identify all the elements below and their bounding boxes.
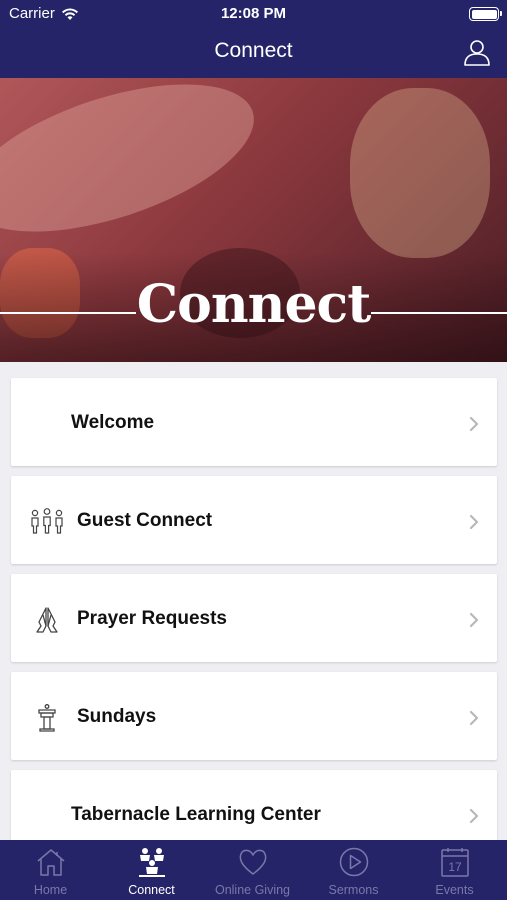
list-item-label: Prayer Requests — [77, 608, 227, 629]
pulpit-icon — [38, 704, 56, 732]
tab-label: Events — [435, 883, 474, 897]
list-item-prayer-requests[interactable]: Prayer Requests — [11, 574, 497, 662]
tab-label: Connect — [128, 883, 175, 897]
chevron-right-icon — [469, 612, 479, 628]
chevron-right-icon — [469, 710, 479, 726]
list-item-label: Guest Connect — [77, 510, 213, 531]
praying-hands-icon — [36, 607, 58, 633]
list-item-guest-connect[interactable]: Guest Connect — [11, 476, 497, 564]
hero-banner: Connect — [0, 78, 507, 362]
battery-icon — [469, 7, 502, 21]
navigation-bar: Connect — [0, 28, 507, 78]
hero-title: Connect — [136, 274, 371, 335]
play-circle-icon — [339, 847, 369, 877]
profile-icon[interactable] — [463, 38, 491, 66]
heart-icon — [239, 849, 267, 875]
chevron-right-icon — [469, 808, 479, 824]
tab-online-giving[interactable]: Online Giving — [202, 840, 303, 900]
tab-label: Home — [33, 883, 68, 897]
calendar-day: 17 — [448, 860, 462, 874]
list-item-label: Sundays — [77, 706, 157, 727]
calendar-icon: 17 — [441, 848, 469, 877]
list-item-welcome[interactable]: Welcome — [11, 378, 497, 466]
page-title: Connect — [214, 39, 293, 62]
tab-home[interactable]: Home — [0, 840, 101, 900]
tab-bar: Home Connect Online Giving Sermons 17 Ev… — [0, 840, 507, 900]
tab-label: Online Giving — [214, 883, 291, 897]
tab-label: Sermons — [328, 883, 379, 897]
tab-events[interactable]: 17 Events — [404, 840, 505, 900]
tab-sermons[interactable]: Sermons — [303, 840, 404, 900]
list-item-sundays[interactable]: Sundays — [11, 672, 497, 760]
list-item-label: Tabernacle Learning Center — [71, 804, 321, 825]
list-item-label: Welcome — [71, 412, 155, 433]
status-time: 12:08 PM — [220, 5, 287, 22]
people-group-icon — [31, 508, 63, 534]
status-bar: Carrier 12:08 PM — [0, 0, 507, 28]
connect-list: Welcome Guest Connect Prayer Requests Su… — [11, 378, 497, 868]
people-icon — [139, 848, 165, 877]
tab-connect[interactable]: Connect — [101, 840, 202, 900]
chevron-right-icon — [469, 514, 479, 530]
chevron-right-icon — [469, 416, 479, 432]
home-icon — [37, 849, 65, 876]
